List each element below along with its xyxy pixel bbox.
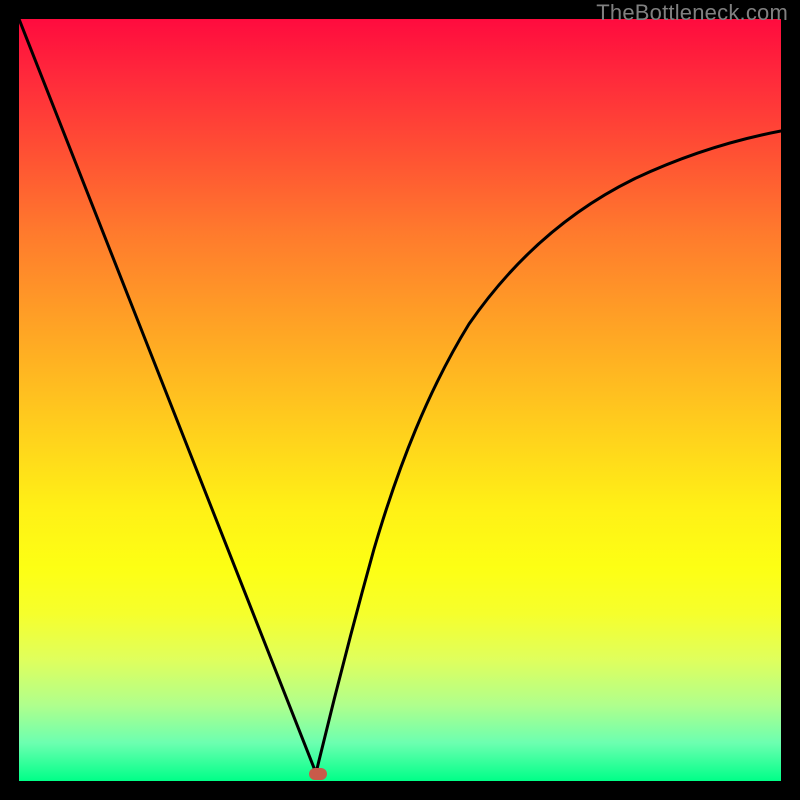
minimum-marker	[309, 768, 327, 780]
chart-background	[19, 19, 781, 781]
watermark-text: TheBottleneck.com	[596, 0, 788, 26]
